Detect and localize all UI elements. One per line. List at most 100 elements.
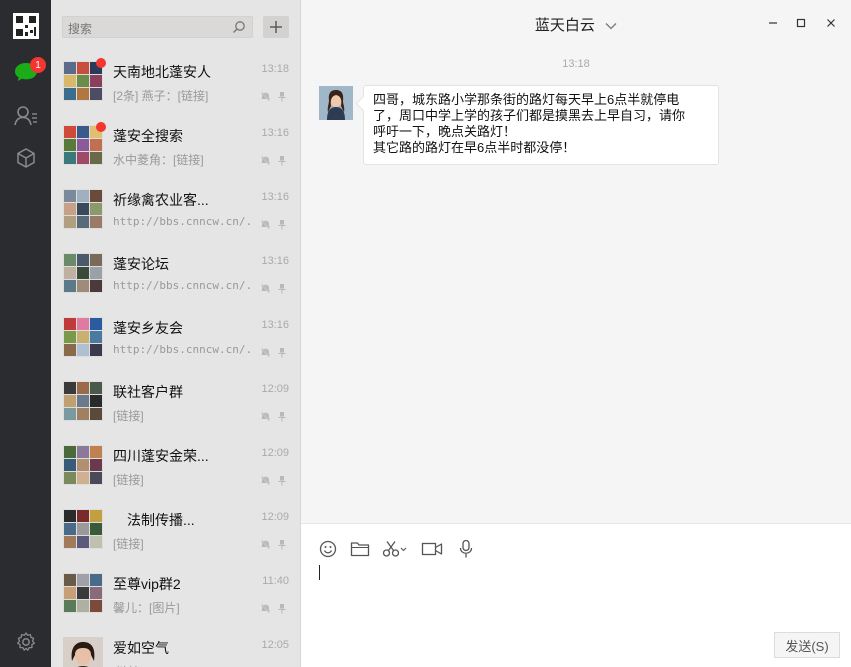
maximize-icon bbox=[796, 18, 806, 28]
pin-icon bbox=[277, 410, 287, 425]
close-button[interactable] bbox=[821, 14, 841, 32]
avatar-tile bbox=[64, 203, 76, 215]
person-photo-icon bbox=[319, 86, 353, 120]
avatar-tile bbox=[77, 152, 89, 164]
avatar-tile bbox=[64, 587, 76, 599]
avatar-tile bbox=[64, 510, 76, 522]
pin-icon bbox=[277, 218, 287, 233]
avatar-tile bbox=[90, 254, 102, 266]
chat-title: 蓝天白云 bbox=[534, 17, 595, 34]
session-item[interactable]: 蓬安全搜索 13:16 水中菱角：[链接] bbox=[51, 116, 300, 180]
session-item[interactable]: 至尊vip群2 11:40 馨儿：[图片] bbox=[51, 564, 300, 628]
group-avatar bbox=[63, 445, 103, 485]
chat-header: 蓝天白云 bbox=[301, 0, 851, 50]
session-time: 13:16 bbox=[261, 127, 289, 139]
unread-dot bbox=[96, 58, 106, 68]
avatar-tile bbox=[64, 152, 76, 164]
avatar-tile bbox=[77, 88, 89, 100]
session-time: 11:40 bbox=[262, 575, 289, 587]
contacts-tab[interactable] bbox=[0, 96, 51, 136]
chat-panel: 蓝天白云 13:18 四哥，城东路小学那条街的路灯每天早上6点半就停电 了，周口… bbox=[301, 0, 851, 667]
search-box[interactable]: 搜索 bbox=[62, 16, 253, 38]
session-name: 蓬安乡友会 bbox=[113, 320, 183, 336]
sender-avatar[interactable] bbox=[319, 86, 353, 120]
session-preview: [链接] bbox=[113, 409, 144, 423]
avatar-tile bbox=[64, 344, 76, 356]
avatar-tile bbox=[90, 459, 102, 471]
avatar-tile bbox=[90, 88, 102, 100]
avatar-tile bbox=[90, 446, 102, 458]
session-item[interactable]: 天南地北蓬安人 13:18 [2条] 燕子：[链接] bbox=[51, 52, 300, 116]
session-name: 至尊vip群2 bbox=[113, 576, 181, 592]
pin-icon bbox=[277, 538, 287, 553]
group-avatar bbox=[63, 317, 103, 357]
qr-code-icon[interactable] bbox=[13, 13, 39, 39]
session-time: 13:16 bbox=[261, 191, 289, 203]
message-input[interactable] bbox=[319, 565, 320, 580]
avatar-tile bbox=[90, 600, 102, 612]
avatar-tile bbox=[77, 331, 89, 343]
composer-toolbar bbox=[317, 538, 477, 560]
session-preview: 水中菱角：[链接] bbox=[113, 153, 204, 167]
avatar-tile bbox=[64, 382, 76, 394]
chevron-down-icon[interactable] bbox=[605, 22, 617, 30]
avatar-tile bbox=[77, 62, 89, 74]
pin-icon bbox=[277, 154, 287, 169]
avatar-tile bbox=[90, 190, 102, 202]
chat-tab[interactable] bbox=[0, 52, 51, 92]
session-time: 12:09 bbox=[261, 511, 289, 523]
avatar-tile bbox=[90, 318, 102, 330]
session-list: 搜索 天南地北蓬安人 13:18 [2条] 燕子：[链接] 蓬安全搜索 13:16 水中菱… bbox=[51, 0, 301, 667]
video-call-button[interactable] bbox=[419, 538, 445, 560]
session-item[interactable]: 法制传播... 12:09 [链接] bbox=[51, 500, 300, 564]
search-input[interactable]: 搜索 bbox=[68, 20, 92, 37]
session-preview: http://bbs.cnncw.cn/... bbox=[113, 279, 253, 292]
plus-icon bbox=[270, 21, 282, 33]
session-preview: [链接] bbox=[113, 473, 144, 487]
avatar-tile bbox=[77, 382, 89, 394]
session-time: 12:09 bbox=[261, 383, 289, 395]
session-time: 13:16 bbox=[261, 255, 289, 267]
message-composer: 发送(S) bbox=[301, 523, 851, 667]
session-item[interactable]: 蓬安乡友会 13:16 http://bbs.cnncw.cn/... bbox=[51, 308, 300, 372]
voice-call-button[interactable] bbox=[455, 538, 477, 560]
search-icon bbox=[233, 21, 245, 33]
avatar-tile bbox=[64, 574, 76, 586]
message-bubble[interactable]: 四哥，城东路小学那条街的路灯每天早上6点半就停电 了，周口中学上学的孩子们都是摸… bbox=[363, 85, 719, 165]
settings-button[interactable] bbox=[0, 622, 51, 662]
avatar-tile bbox=[90, 587, 102, 599]
avatar-tile bbox=[90, 280, 102, 292]
emoji-button[interactable] bbox=[317, 538, 339, 560]
avatar-tile bbox=[64, 190, 76, 202]
minimize-icon bbox=[769, 22, 777, 24]
group-avatar bbox=[63, 253, 103, 293]
session-time: 12:05 bbox=[261, 639, 289, 651]
session-item[interactable]: 爱如空气 12:05 [链接] bbox=[51, 628, 300, 667]
screenshot-button[interactable] bbox=[381, 538, 409, 560]
avatar-tile bbox=[77, 216, 89, 228]
mute-icon bbox=[260, 218, 271, 233]
avatar-tile bbox=[64, 459, 76, 471]
favorites-tab[interactable] bbox=[0, 138, 51, 178]
avatar-tile bbox=[90, 75, 102, 87]
avatar-tile bbox=[77, 587, 89, 599]
send-button[interactable]: 发送(S) bbox=[774, 632, 840, 658]
avatar-tile bbox=[90, 408, 102, 420]
session-name: 蓬安论坛 bbox=[113, 256, 169, 272]
avatar-tile bbox=[77, 139, 89, 151]
session-item[interactable]: 四川蓬安金荣... 12:09 [链接] bbox=[51, 436, 300, 500]
session-item[interactable]: 联社客户群 12:09 [链接] bbox=[51, 372, 300, 436]
avatar-tile bbox=[90, 574, 102, 586]
session-time: 13:18 bbox=[261, 63, 289, 75]
file-button[interactable] bbox=[349, 538, 371, 560]
session-item[interactable]: 祈缘禽农业客... 13:16 http://bbs.cnncw.cn/... bbox=[51, 180, 300, 244]
session-item[interactable]: 蓬安论坛 13:16 http://bbs.cnncw.cn/... bbox=[51, 244, 300, 308]
add-chat-button[interactable] bbox=[263, 16, 289, 38]
minimize-button[interactable] bbox=[763, 14, 783, 32]
maximize-button[interactable] bbox=[791, 14, 811, 32]
session-name: 蓬安全搜索 bbox=[113, 128, 183, 144]
avatar-tile bbox=[64, 523, 76, 535]
avatar-tile bbox=[64, 267, 76, 279]
avatar-tile bbox=[90, 395, 102, 407]
contact-avatar bbox=[63, 637, 103, 667]
